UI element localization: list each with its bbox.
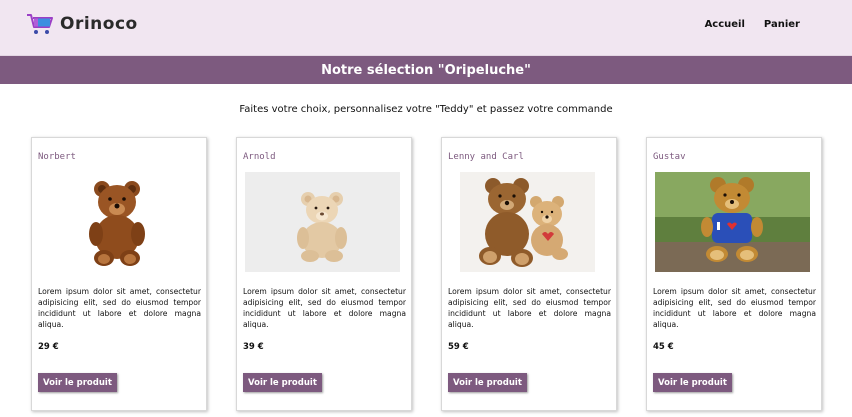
product-card-lenny-and-carl: Lenny and Carl Lorem ipsum dolor sit ame… [441, 137, 617, 411]
view-product-button[interactable]: Voir le produit [653, 373, 732, 392]
product-card-norbert: Norbert Lorem ipsum dolor sit amet, cons… [31, 137, 207, 411]
two-teddy-bears-image [460, 172, 595, 272]
product-card-arnold: Arnold Lorem ipsum dolor sit amet, conse… [236, 137, 412, 411]
intro-text: Faites votre choix, personnalisez votre … [239, 104, 613, 115]
teddy-bear-blue-shirt-image [655, 172, 810, 272]
view-product-button[interactable]: Voir le produit [243, 373, 322, 392]
view-product-button[interactable]: Voir le produit [448, 373, 527, 392]
nav-link-accueil[interactable]: Accueil [705, 19, 745, 30]
logo-text: Orinoco [60, 14, 138, 34]
product-description: Lorem ipsum dolor sit amet, consectetur … [448, 287, 611, 329]
page-banner: Notre sélection "Oripeluche" [0, 56, 852, 84]
product-name: Gustav [653, 152, 686, 162]
brown-teddy-bear-image [40, 172, 195, 272]
product-price: 29 € [38, 342, 59, 352]
product-price: 39 € [243, 342, 264, 352]
product-image [40, 172, 195, 272]
site-header: Orinoco Accueil Panier [0, 0, 852, 56]
product-description: Lorem ipsum dolor sit amet, consectetur … [243, 287, 406, 329]
product-name: Norbert [38, 152, 76, 162]
nav-link-panier[interactable]: Panier [764, 19, 800, 30]
product-description: Lorem ipsum dolor sit amet, consectetur … [653, 287, 816, 329]
product-image [450, 172, 605, 272]
product-price: 59 € [448, 342, 469, 352]
logo[interactable]: Orinoco [26, 12, 138, 36]
product-price: 45 € [653, 342, 674, 352]
beige-teddy-bear-image [245, 172, 400, 272]
product-description: Lorem ipsum dolor sit amet, consectetur … [38, 287, 201, 329]
product-image [245, 172, 400, 272]
shopping-cart-icon [27, 14, 53, 34]
main-nav: Accueil Panier [705, 19, 800, 30]
page-title: Notre sélection "Oripeluche" [321, 62, 531, 78]
view-product-button[interactable]: Voir le produit [38, 373, 117, 392]
product-image [655, 172, 810, 272]
product-name: Lenny and Carl [448, 152, 524, 162]
product-name: Arnold [243, 152, 276, 162]
product-card-gustav: Gustav Lorem ipsum dolor sit amet, conse… [646, 137, 822, 411]
